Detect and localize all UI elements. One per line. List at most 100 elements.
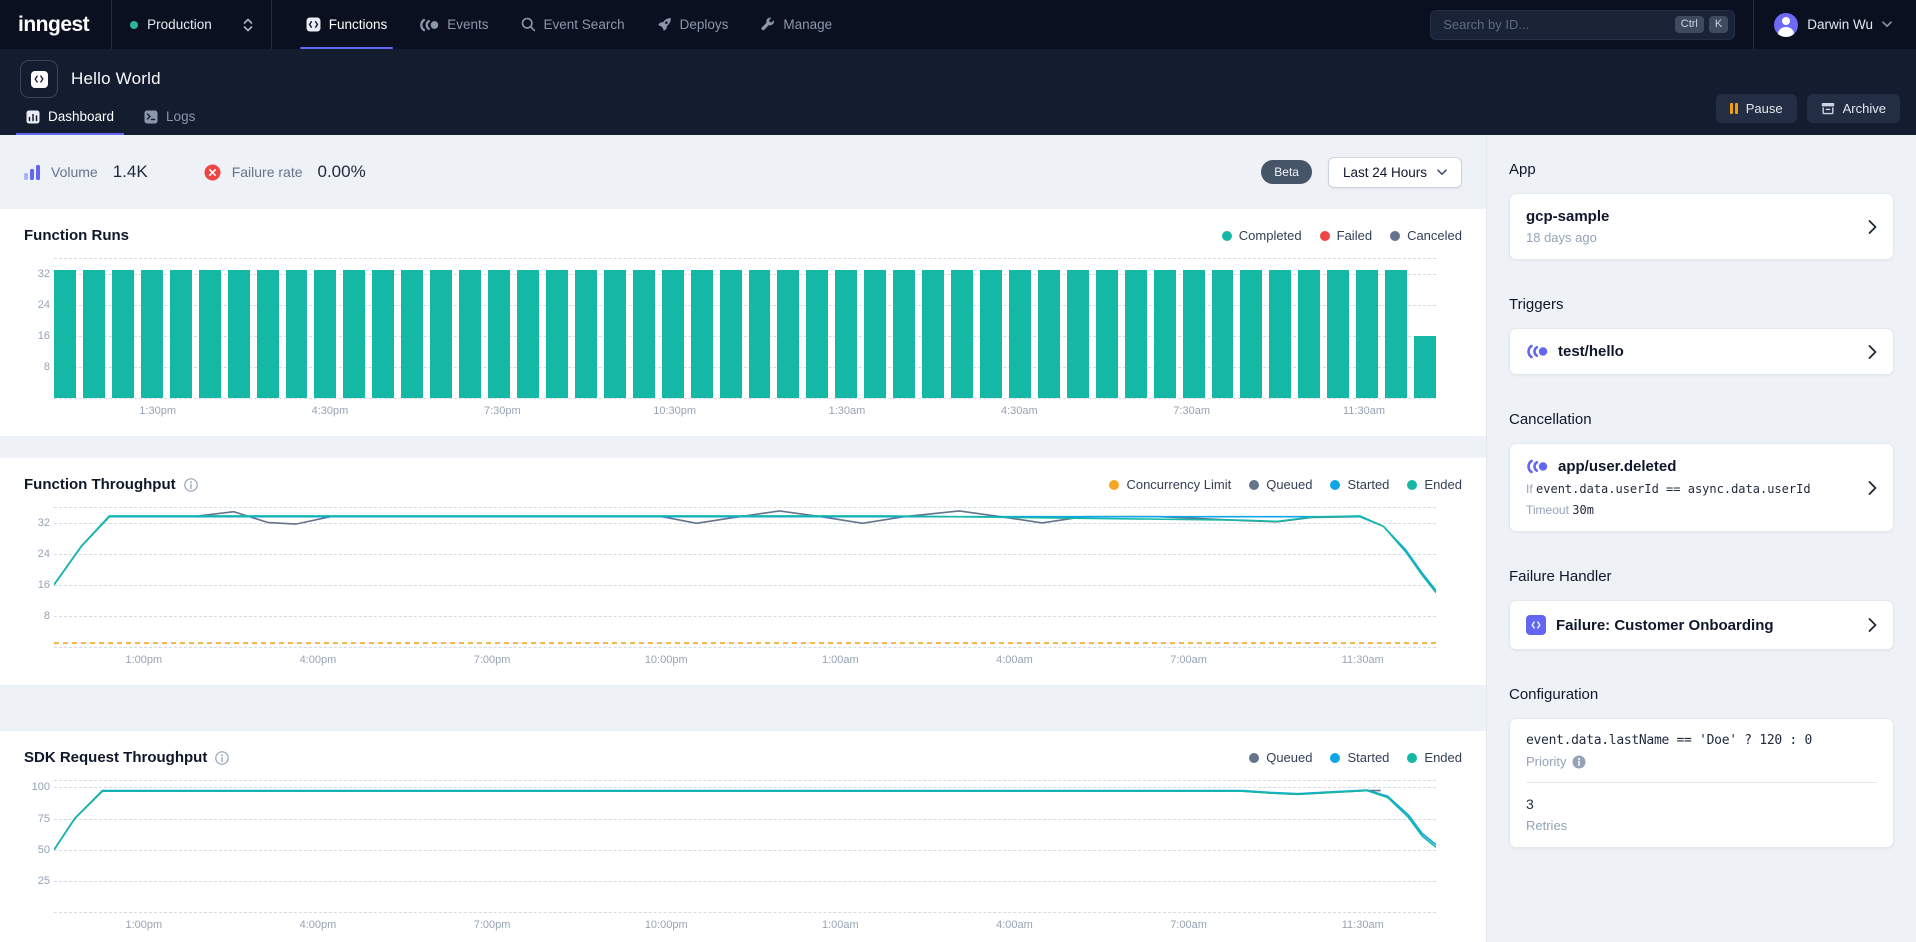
y-axis-tick: 75 — [30, 813, 50, 825]
y-axis-tick: 32 — [30, 517, 50, 529]
y-axis-tick: 8 — [30, 361, 50, 373]
bar — [720, 270, 742, 398]
chevron-down-icon — [1882, 21, 1892, 28]
x-axis-tick: 4:00am — [996, 919, 1033, 931]
tab-logs[interactable]: Logs — [134, 100, 205, 135]
environment-selector[interactable]: Production — [112, 0, 271, 49]
configuration-section: Configuration event.data.lastName == 'Do… — [1509, 686, 1894, 848]
priority-label-row: Priority — [1526, 754, 1877, 769]
bar — [1212, 270, 1234, 398]
x-axis-tick: 1:00am — [822, 654, 859, 666]
chevron-right-icon — [1868, 219, 1877, 234]
y-axis-tick: 100 — [30, 781, 50, 793]
nav-item-functions[interactable]: Functions — [292, 0, 402, 49]
user-avatar — [1774, 13, 1798, 37]
time-range-dropdown[interactable]: Last 24 Hours — [1328, 157, 1462, 188]
x-axis-tick: 11:30am — [1343, 405, 1385, 417]
legend-dot — [1330, 753, 1340, 763]
app-root: inngest Production Functions Events Even… — [0, 0, 1916, 942]
legend-item: Failed — [1320, 228, 1372, 243]
x-axis-tick: 7:30pm — [484, 405, 521, 417]
app-card[interactable]: gcp-sample 18 days ago — [1509, 193, 1894, 260]
y-axis-tick: 24 — [30, 299, 50, 311]
pause-button[interactable]: Pause — [1716, 94, 1797, 123]
app-section: App gcp-sample 18 days ago — [1509, 161, 1894, 260]
bar — [575, 270, 597, 398]
failure-handler-section: Failure Handler Failure: Customer Onboar… — [1509, 568, 1894, 650]
y-axis-tick: 24 — [30, 548, 50, 560]
legend-dot — [1407, 480, 1417, 490]
bar — [806, 270, 828, 398]
chart-title: SDK Request Throughput — [24, 749, 207, 766]
cancellation-timeout: Timeout 30m — [1526, 503, 1877, 517]
bar — [1096, 270, 1118, 398]
bar — [314, 270, 336, 398]
y-axis-tick: 16 — [30, 330, 50, 342]
x-axis-tick: 4:30am — [1001, 405, 1038, 417]
nav-item-events[interactable]: Events — [405, 0, 502, 49]
nav-item-manage[interactable]: Manage — [746, 0, 846, 49]
series-line — [54, 511, 1360, 585]
series-line — [54, 791, 1436, 850]
details-sidebar: App gcp-sample 18 days ago Triggers test… — [1487, 135, 1916, 942]
section-heading-cancellation: Cancellation — [1509, 411, 1894, 428]
x-axis-tick: 1:00pm — [125, 654, 162, 666]
legend-dot — [1249, 753, 1259, 763]
bar — [1240, 270, 1262, 398]
bar — [517, 270, 539, 398]
nav-item-event-search[interactable]: Event Search — [507, 0, 639, 49]
bar — [372, 270, 394, 398]
search-input[interactable] — [1443, 17, 1670, 32]
chart-title: Function Runs — [24, 227, 129, 244]
search-box[interactable]: Ctrl K — [1430, 10, 1735, 40]
x-axis-tick: 10:00pm — [645, 654, 688, 666]
bar — [604, 270, 626, 398]
cancellation-expression: event.data.userId == async.data.userId — [1536, 482, 1811, 496]
archive-button[interactable]: Archive — [1807, 94, 1900, 123]
cancellation-card[interactable]: app/user.deleted If event.data.userId ==… — [1509, 443, 1894, 532]
bar — [343, 270, 365, 398]
section-heading-app: App — [1509, 161, 1894, 178]
legend-item: Completed — [1222, 228, 1302, 243]
chevron-down-icon — [1437, 169, 1447, 176]
x-axis-tick: 7:00pm — [474, 654, 511, 666]
legend-dot — [1390, 231, 1400, 241]
info-icon[interactable] — [184, 478, 198, 492]
environment-label: Production — [147, 17, 212, 32]
info-filled-icon[interactable] — [1572, 755, 1586, 769]
gridline — [54, 398, 1436, 399]
legend-item: Started — [1330, 750, 1389, 765]
bar — [691, 270, 713, 398]
beta-badge: Beta — [1261, 160, 1312, 184]
y-axis-tick: 50 — [30, 844, 50, 856]
y-axis-tick: 16 — [30, 579, 50, 591]
failure-rate-value: 0.00% — [318, 162, 366, 182]
chart-legend: QueuedStartedEnded — [1249, 750, 1462, 765]
header-actions: Pause Archive — [1716, 94, 1900, 123]
rocket-icon — [657, 17, 672, 32]
section-heading-configuration: Configuration — [1509, 686, 1894, 703]
cancellation-condition: If event.data.userId == async.data.userI… — [1526, 482, 1877, 496]
trigger-card[interactable]: test/hello — [1509, 328, 1894, 375]
wrench-icon — [760, 17, 775, 32]
nav-item-deploys[interactable]: Deploys — [643, 0, 743, 49]
tab-dashboard[interactable]: Dashboard — [16, 100, 124, 135]
legend-item: Ended — [1407, 750, 1462, 765]
section-heading-triggers: Triggers — [1509, 296, 1894, 313]
bar — [1385, 270, 1407, 398]
title-row: Hello World — [0, 49, 1916, 98]
x-axis-tick: 1:30pm — [139, 405, 176, 417]
gridline — [54, 912, 1436, 913]
chevron-right-icon — [1868, 480, 1877, 495]
series-line — [54, 791, 1381, 850]
user-menu[interactable]: Darwin Wu — [1754, 0, 1916, 49]
y-axis-tick: 8 — [30, 610, 50, 622]
x-axis-tick: 1:30am — [829, 405, 866, 417]
app-name: gcp-sample — [1526, 208, 1877, 225]
failure-handler-card[interactable]: Failure: Customer Onboarding — [1509, 600, 1894, 650]
info-icon[interactable] — [215, 751, 229, 765]
search-icon — [521, 17, 536, 32]
cancellation-event-name: app/user.deleted — [1558, 458, 1676, 475]
event-icon — [1526, 344, 1548, 359]
chevron-right-icon — [1868, 344, 1877, 359]
